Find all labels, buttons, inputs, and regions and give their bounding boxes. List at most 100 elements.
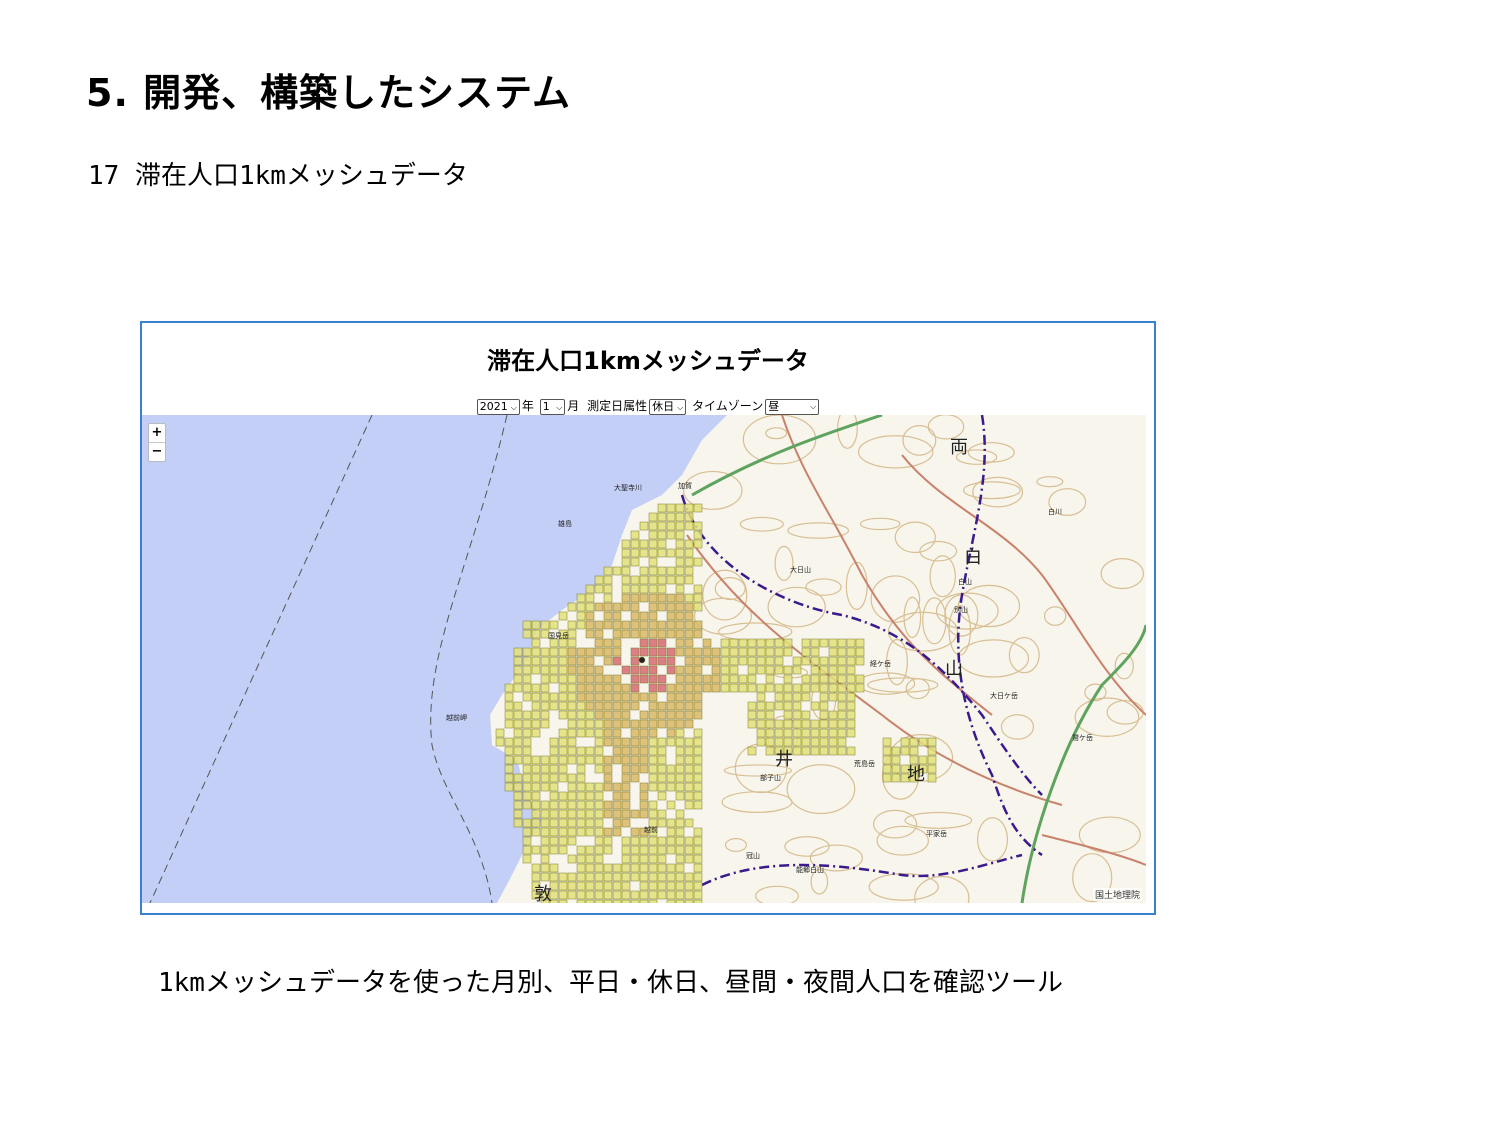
mesh-cell[interactable] xyxy=(666,719,676,729)
mesh-cell[interactable] xyxy=(684,638,694,648)
mesh-cell[interactable] xyxy=(558,827,568,837)
mesh-cell[interactable] xyxy=(603,602,613,612)
mesh-cell[interactable] xyxy=(612,755,622,765)
mesh-cell[interactable] xyxy=(531,728,541,738)
mesh-cell[interactable] xyxy=(558,773,568,783)
mesh-cell[interactable] xyxy=(621,566,631,576)
mesh-cell[interactable] xyxy=(927,746,937,756)
mesh-cell[interactable] xyxy=(675,836,685,846)
mesh-cell[interactable] xyxy=(549,827,559,837)
timezone-select[interactable]: 昼 ⌵ xyxy=(765,398,820,415)
mesh-cell[interactable] xyxy=(792,719,802,729)
mesh-cell[interactable] xyxy=(522,710,532,720)
mesh-cell[interactable] xyxy=(504,692,514,702)
mesh-cell[interactable] xyxy=(540,863,550,873)
mesh-cell[interactable] xyxy=(675,611,685,621)
mesh-cell[interactable] xyxy=(657,890,667,900)
mesh-cell[interactable] xyxy=(648,656,658,666)
mesh-cell[interactable] xyxy=(594,746,604,756)
mesh-cell[interactable] xyxy=(774,638,784,648)
mesh-cell[interactable] xyxy=(648,548,658,558)
mesh-cell[interactable] xyxy=(531,764,541,774)
mesh-cell[interactable] xyxy=(657,575,667,585)
mesh-cell[interactable] xyxy=(675,827,685,837)
mesh-cell[interactable] xyxy=(783,719,793,729)
mesh-cell[interactable] xyxy=(630,548,640,558)
mesh-cell[interactable] xyxy=(711,656,721,666)
mesh-cell[interactable] xyxy=(621,845,631,855)
mesh-cell[interactable] xyxy=(657,854,667,864)
mesh-cell[interactable] xyxy=(594,827,604,837)
mesh-cell[interactable] xyxy=(666,512,676,522)
mesh-cell[interactable] xyxy=(774,665,784,675)
mesh-cell[interactable] xyxy=(684,755,694,765)
mesh-cell[interactable] xyxy=(720,656,730,666)
mesh-cell[interactable] xyxy=(648,629,658,639)
mesh-cell[interactable] xyxy=(603,692,613,702)
mesh-cell[interactable] xyxy=(675,602,685,612)
mesh-cell[interactable] xyxy=(567,602,577,612)
mesh-cell[interactable] xyxy=(783,710,793,720)
mesh-cell[interactable] xyxy=(819,665,829,675)
mesh-cell[interactable] xyxy=(648,719,658,729)
mesh-cell[interactable] xyxy=(909,746,919,756)
mesh-cell[interactable] xyxy=(657,539,667,549)
mesh-cell[interactable] xyxy=(630,764,640,774)
mesh-cell[interactable] xyxy=(675,782,685,792)
mesh-cell[interactable] xyxy=(558,755,568,765)
mesh-cell[interactable] xyxy=(819,737,829,747)
mesh-cell[interactable] xyxy=(765,710,775,720)
mesh-cell[interactable] xyxy=(801,638,811,648)
mesh-cell[interactable] xyxy=(504,746,514,756)
mesh-cell[interactable] xyxy=(531,863,541,873)
mesh-cell[interactable] xyxy=(693,521,703,531)
mesh-cell[interactable] xyxy=(612,692,622,702)
mesh-cell[interactable] xyxy=(630,539,640,549)
mesh-cell[interactable] xyxy=(621,863,631,873)
mesh-cell[interactable] xyxy=(576,683,586,693)
mesh-cell[interactable] xyxy=(585,818,595,828)
mesh-cell[interactable] xyxy=(522,854,532,864)
mesh-cell[interactable] xyxy=(855,638,865,648)
mesh-cell[interactable] xyxy=(540,782,550,792)
mesh-cell[interactable] xyxy=(504,764,514,774)
mesh-cell[interactable] xyxy=(576,782,586,792)
mesh-cell[interactable] xyxy=(540,827,550,837)
mesh-cell[interactable] xyxy=(540,665,550,675)
mesh-cell[interactable] xyxy=(810,638,820,648)
mesh-cell[interactable] xyxy=(621,836,631,846)
mesh-cell[interactable] xyxy=(657,809,667,819)
mesh-cell[interactable] xyxy=(648,638,658,648)
mesh-cell[interactable] xyxy=(684,890,694,900)
mesh-cell[interactable] xyxy=(558,836,568,846)
mesh-cell[interactable] xyxy=(576,665,586,675)
mesh-cell[interactable] xyxy=(630,737,640,747)
mesh-cell[interactable] xyxy=(720,665,730,675)
mesh-cell[interactable] xyxy=(810,728,820,738)
mesh-cell[interactable] xyxy=(765,719,775,729)
mesh-cell[interactable] xyxy=(648,665,658,675)
mesh-cell[interactable] xyxy=(828,674,838,684)
mesh-cell[interactable] xyxy=(684,620,694,630)
mesh-cell[interactable] xyxy=(891,764,901,774)
mesh-cell[interactable] xyxy=(576,620,586,630)
mesh-cell[interactable] xyxy=(621,818,631,828)
mesh-cell[interactable] xyxy=(531,782,541,792)
mesh-cell[interactable] xyxy=(666,773,676,783)
mesh-cell[interactable] xyxy=(612,782,622,792)
mesh-cell[interactable] xyxy=(630,656,640,666)
mesh-cell[interactable] xyxy=(684,782,694,792)
mesh-cell[interactable] xyxy=(810,737,820,747)
mesh-cell[interactable] xyxy=(891,755,901,765)
mesh-cell[interactable] xyxy=(783,683,793,693)
mesh-cell[interactable] xyxy=(576,719,586,729)
mesh-cell[interactable] xyxy=(648,755,658,765)
mesh-cell[interactable] xyxy=(513,746,523,756)
mesh-cell[interactable] xyxy=(522,782,532,792)
mesh-cell[interactable] xyxy=(801,710,811,720)
mesh-cell[interactable] xyxy=(882,773,892,783)
mesh-cell[interactable] xyxy=(522,620,532,630)
mesh-cell[interactable] xyxy=(765,674,775,684)
mesh-cell[interactable] xyxy=(657,638,667,648)
mesh-cell[interactable] xyxy=(648,647,658,657)
